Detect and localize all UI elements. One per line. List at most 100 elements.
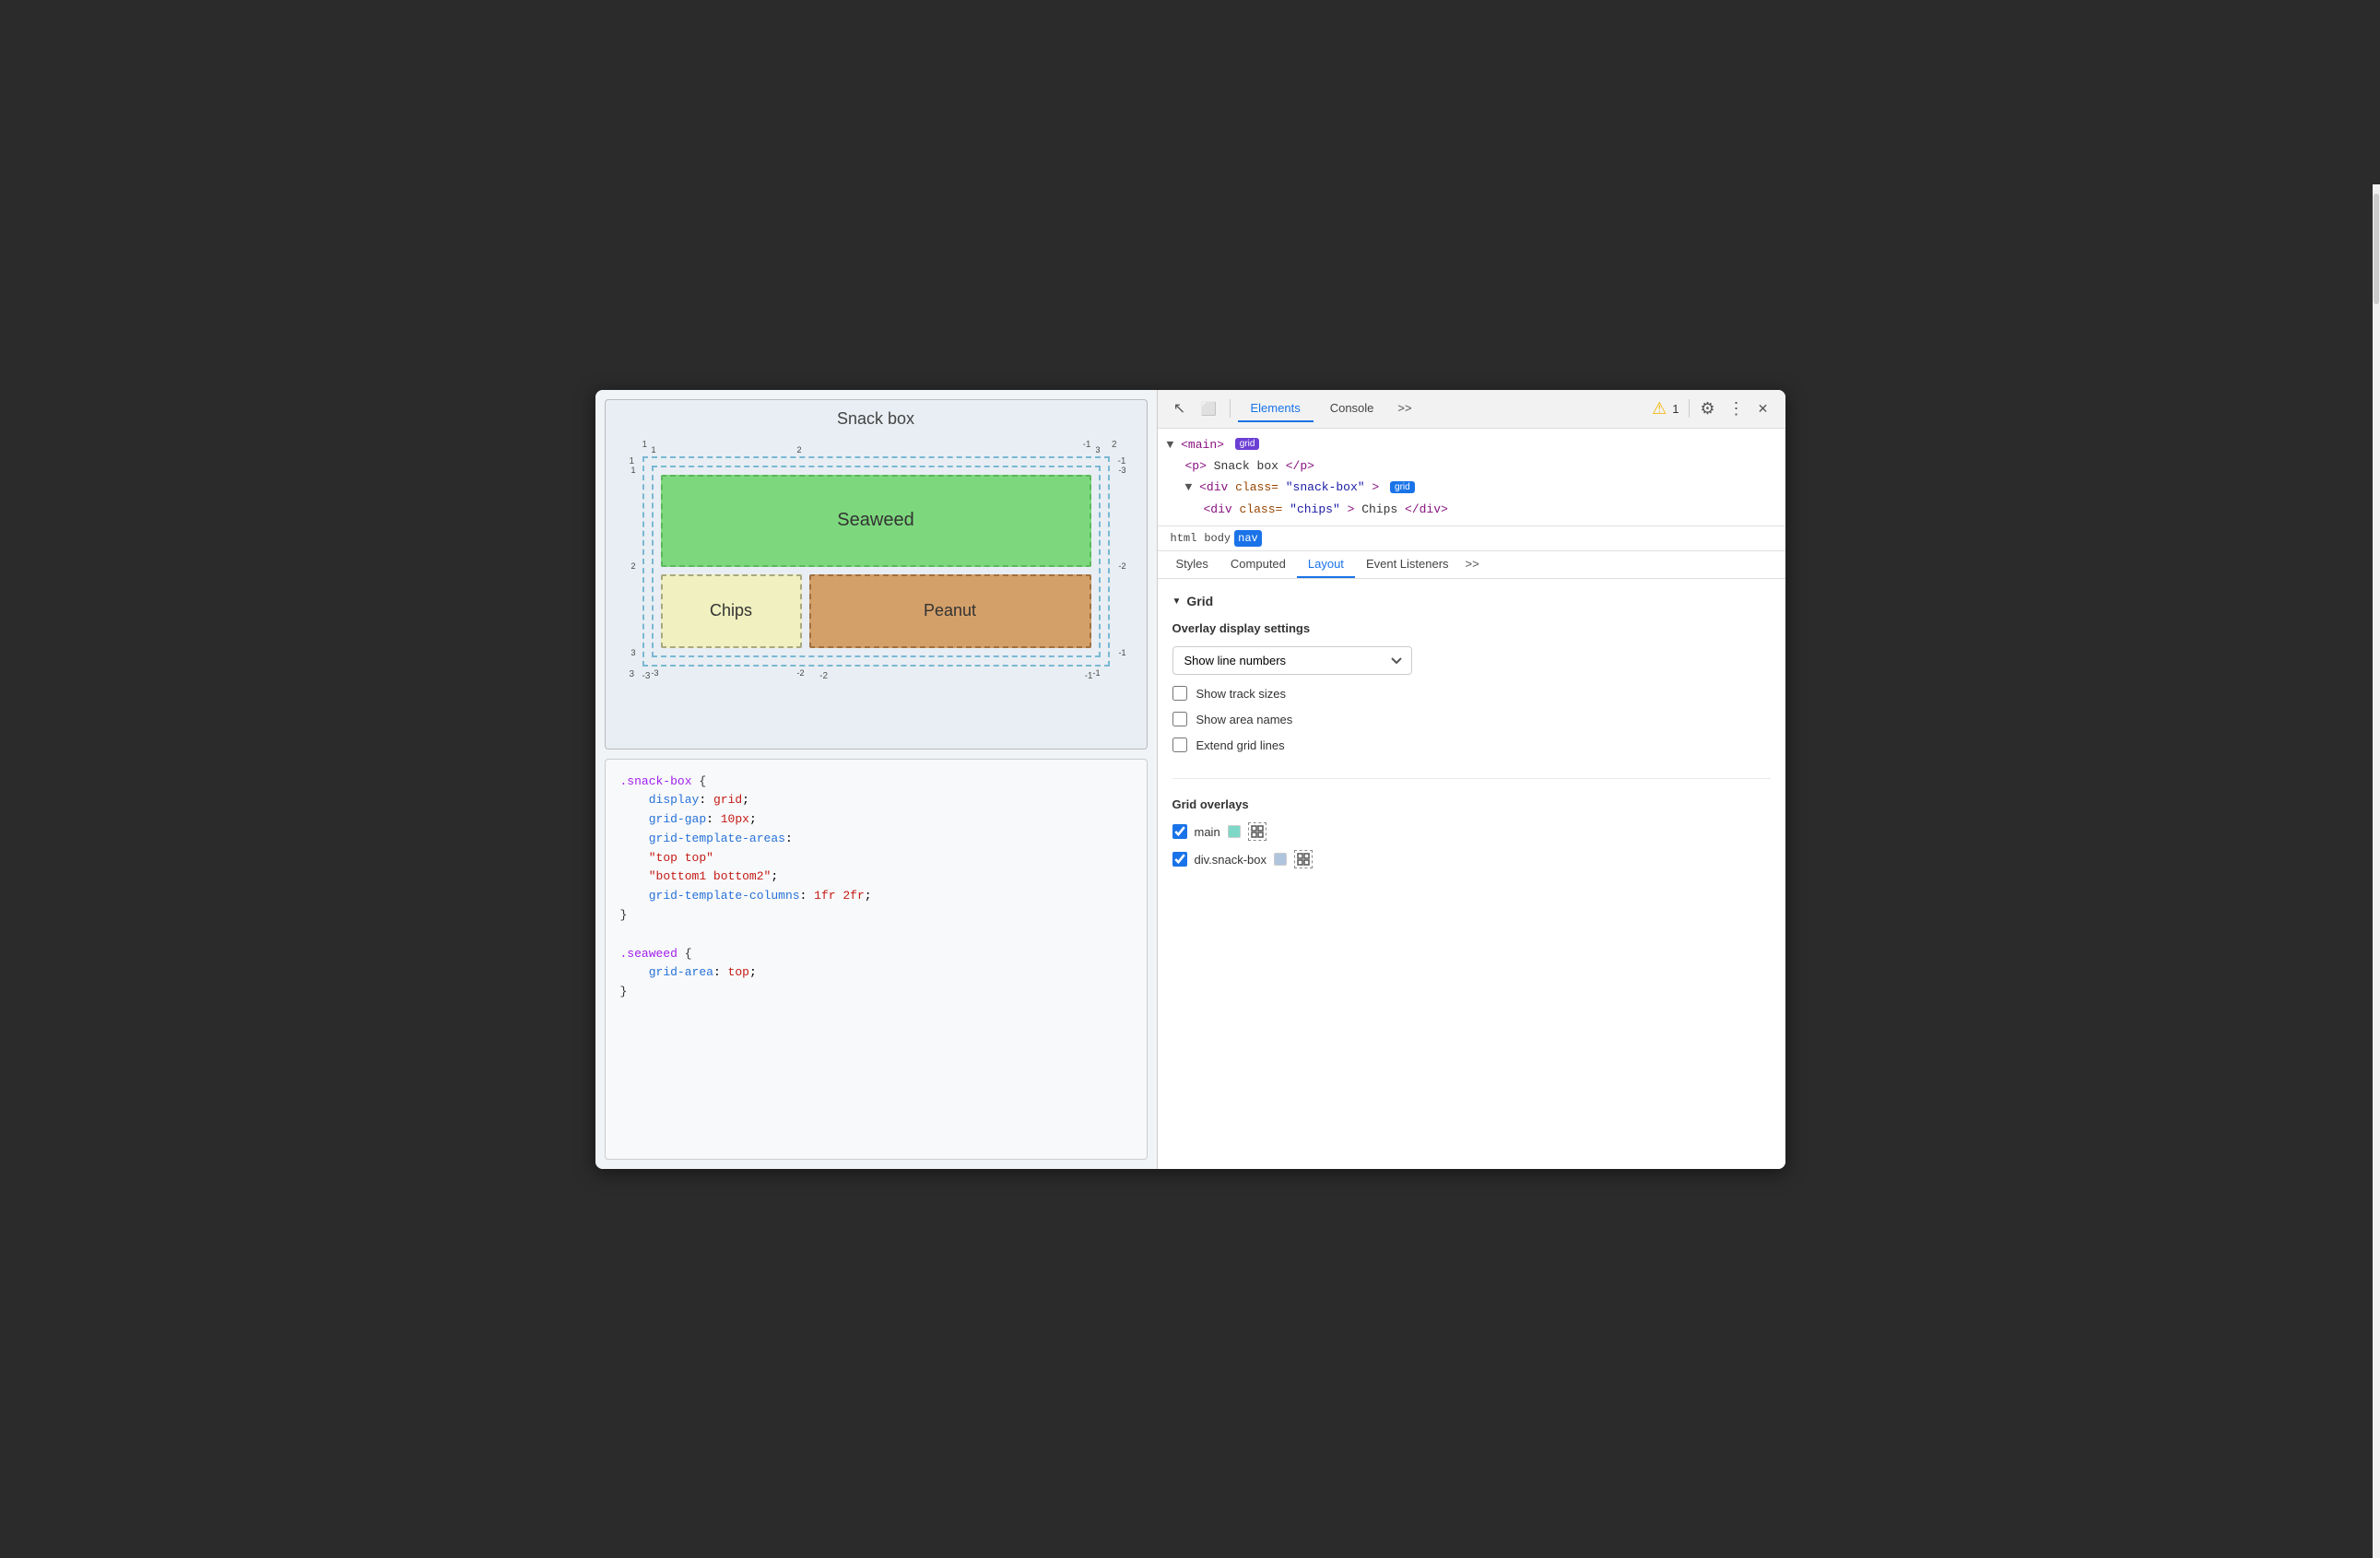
overlay-settings-title: Overlay display settings <box>1172 621 1771 635</box>
checkbox-extend-grid-label: Extend grid lines <box>1196 738 1285 752</box>
outer-num-bot-neg2: -2 <box>819 671 828 681</box>
inner-num-left-2: 2 <box>631 561 636 571</box>
code-line-1: .snack-box { <box>620 773 1132 792</box>
outer-num-top-neg1: -1 <box>1083 440 1091 450</box>
tab-elements[interactable]: Elements <box>1238 395 1314 422</box>
grid-preview: Snack box 1 -1 2 1 3 -1 -3 -2 -1 1 2 3 1 <box>605 399 1148 749</box>
inner-num-bot-neg2: -2 <box>796 668 804 678</box>
code-line-6: "bottom1 bottom2"; <box>620 868 1132 887</box>
overlay-snackbox-label: div.snack-box <box>1195 853 1267 867</box>
tab-overflow[interactable]: >> <box>1390 395 1419 422</box>
outer-num-top-1: 1 <box>642 440 648 450</box>
code-line-9: .seaweed { <box>620 945 1132 964</box>
grid-overlays-title: Grid overlays <box>1172 797 1771 811</box>
inner-num-top-3: 3 <box>1095 445 1100 454</box>
checkbox-area-names-label: Show area names <box>1196 713 1293 726</box>
outer-num-bot-neg1: -1 <box>1085 671 1093 681</box>
html-p-line: <p> Snack box </p> <box>1167 455 1776 477</box>
sub-tabs: Styles Computed Layout Event Listeners >… <box>1158 551 1785 579</box>
overlay-main-checkbox[interactable] <box>1172 824 1187 839</box>
grid-overlays-section: Grid overlays main <box>1172 794 1771 868</box>
html-div-line: ▼ <div class= "snack-box" > grid <box>1167 477 1776 498</box>
device-icon[interactable] <box>1196 395 1222 421</box>
tab-styles[interactable]: Styles <box>1165 551 1219 578</box>
seaweed-cell: Seaweed <box>661 475 1091 567</box>
code-line-11: } <box>620 983 1132 1002</box>
html-chips-line: <div class= "chips" > Chips </div> <box>1167 499 1776 520</box>
overlay-snackbox-grid-icon[interactable] <box>1294 850 1313 868</box>
chips-cell: Chips <box>661 574 802 648</box>
devtools-panel: Elements Console >> ⚠ 1 ⚙ ⋮ ✕ ▼ <main> g… <box>1158 390 1785 1169</box>
inner-num-bot-neg3: -3 <box>652 668 659 678</box>
code-line-8: } <box>620 906 1132 926</box>
outer-num-left-3: 3 <box>630 669 635 679</box>
code-line-7: grid-template-columns: 1fr 2fr; <box>620 887 1132 906</box>
inner-num-bot-neg1: -1 <box>1092 668 1100 678</box>
overlay-main-grid-icon[interactable] <box>1248 822 1267 841</box>
grid-section-title: Grid <box>1186 594 1213 608</box>
peanut-cell: Peanut <box>809 574 1091 648</box>
checkbox-area-names: Show area names <box>1172 712 1771 726</box>
inner-num-left-3: 3 <box>631 648 636 657</box>
devtools-toolbar: Elements Console >> ⚠ 1 ⚙ ⋮ ✕ <box>1158 390 1785 429</box>
left-panel: Snack box 1 -1 2 1 3 -1 -3 -2 -1 1 2 3 1 <box>595 390 1158 1169</box>
triangle-down-icon: ▼ <box>1172 596 1182 607</box>
html-panel: ▼ <main> grid <p> Snack box </p> ▼ <div … <box>1158 429 1785 527</box>
toolbar-separator-2 <box>1689 399 1690 418</box>
overlay-main-label: main <box>1195 825 1220 839</box>
grid-section-header[interactable]: ▼ Grid <box>1172 588 1771 614</box>
overlay-item-snack-box: div.snack-box <box>1172 850 1771 868</box>
line-numbers-dropdown[interactable]: Show line numbers Show area names Hide <box>1172 646 1412 675</box>
inner-num-top-2: 2 <box>796 445 801 454</box>
snack-box-grid-badge[interactable]: grid <box>1390 481 1415 493</box>
code-panel: .snack-box { display: grid; grid-gap: 10… <box>605 759 1148 1160</box>
cursor-icon[interactable] <box>1167 395 1193 421</box>
more-options-icon[interactable]: ⋮ <box>1723 395 1749 421</box>
inner-num-right-neg3: -3 <box>1118 466 1125 475</box>
sub-tab-overflow[interactable]: >> <box>1460 551 1485 578</box>
overlay-main-color[interactable] <box>1228 825 1241 838</box>
html-main-line: ▼ <main> grid <box>1167 434 1776 455</box>
inner-num-right-neg1: -1 <box>1118 648 1125 657</box>
snack-grid: Seaweed Chips Peanut <box>652 466 1101 657</box>
layout-panel: ▼ Grid Overlay display settings Show lin… <box>1158 579 1785 1168</box>
code-line-10: grid-area: top; <box>620 963 1132 983</box>
code-line-4: grid-template-areas: <box>620 830 1132 849</box>
warning-count: 1 <box>1668 402 1682 416</box>
settings-icon[interactable]: ⚙ <box>1695 395 1721 421</box>
close-icon[interactable]: ✕ <box>1750 395 1776 421</box>
checkbox-extend-grid-input[interactable] <box>1172 738 1187 752</box>
checkbox-track-sizes-label: Show track sizes <box>1196 687 1287 701</box>
warning-icon: ⚠ <box>1652 399 1667 419</box>
inner-num-left-1: 1 <box>631 466 636 475</box>
inner-num-right-neg2: -2 <box>1118 561 1125 571</box>
grid-title: Snack box <box>615 409 1137 429</box>
code-line-5: "top top" <box>620 849 1132 868</box>
overlay-settings-section: Overlay display settings Show line numbe… <box>1172 621 1771 779</box>
breadcrumb-html[interactable]: html <box>1167 530 1201 547</box>
tab-layout[interactable]: Layout <box>1297 551 1355 578</box>
outer-num-top-2: 2 <box>1112 440 1117 450</box>
checkbox-track-sizes-input[interactable] <box>1172 686 1187 701</box>
breadcrumb: html body nav <box>1158 526 1785 551</box>
inner-num-top-1: 1 <box>652 445 656 454</box>
main-tabs: Elements Console >> <box>1238 395 1649 422</box>
code-line-3: grid-gap: 10px; <box>620 810 1132 830</box>
tab-computed[interactable]: Computed <box>1219 551 1297 578</box>
code-line-2: display: grid; <box>620 791 1132 810</box>
overlay-snackbox-color[interactable] <box>1274 853 1287 866</box>
overlay-snackbox-checkbox[interactable] <box>1172 852 1187 867</box>
checkbox-extend-grid: Extend grid lines <box>1172 738 1771 752</box>
overlay-item-main: main <box>1172 822 1771 841</box>
tab-event-listeners[interactable]: Event Listeners <box>1355 551 1460 578</box>
outer-num-bot-neg3: -3 <box>642 671 651 681</box>
checkbox-track-sizes: Show track sizes <box>1172 686 1771 701</box>
breadcrumb-body[interactable]: body <box>1200 530 1234 547</box>
main-grid-badge[interactable]: grid <box>1235 438 1260 450</box>
tab-console[interactable]: Console <box>1317 395 1387 422</box>
breadcrumb-nav[interactable]: nav <box>1234 530 1262 547</box>
grid-section-content: Overlay display settings Show line numbe… <box>1172 614 1771 885</box>
browser-window: Snack box 1 -1 2 1 3 -1 -3 -2 -1 1 2 3 1 <box>595 390 1785 1169</box>
checkbox-area-names-input[interactable] <box>1172 712 1187 726</box>
dropdown-row: Show line numbers Show area names Hide <box>1172 646 1771 675</box>
